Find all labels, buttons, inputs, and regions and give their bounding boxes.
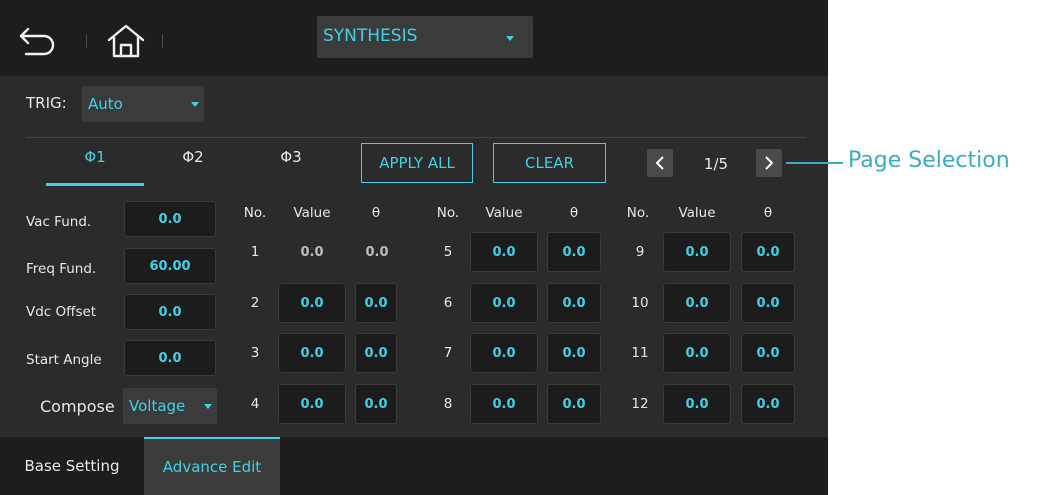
harmonic-number: 11 [631,345,649,361]
harmonic-angle-field[interactable]: 0.0 [547,333,601,373]
harmonic-angle-field[interactable]: 0.0 [741,333,795,373]
toolbar-divider [86,34,87,48]
freq-fund-field[interactable]: 60.00 [124,248,216,284]
clear-button[interactable]: CLEAR [493,143,606,183]
tab-phase-2[interactable]: Φ2 [143,148,243,166]
home-button[interactable] [103,18,149,64]
start-angle-field[interactable]: 0.0 [124,340,216,376]
harmonic-value-field[interactable]: 0.0 [663,232,731,272]
harmonic-value-field[interactable]: 0.0 [278,283,346,323]
harmonic-number: 1 [250,244,260,260]
chevron-left-icon [655,156,664,170]
trig-label: TRIG: [26,94,67,112]
trig-select-value: Auto [88,95,123,113]
vac-fund-field[interactable]: 0.0 [124,201,216,237]
harmonic-angle-field[interactable]: 0.0 [547,384,601,424]
home-icon [107,24,145,58]
harmonic-value-field[interactable]: 0.0 [470,232,538,272]
tab-phase-3[interactable]: Φ3 [241,148,341,166]
harmonic-angle-field[interactable]: 0.0 [355,333,397,373]
compose-select-value: Voltage [129,397,186,415]
chevron-right-icon [765,156,774,170]
harmonic-value-field[interactable]: 0.0 [663,333,731,373]
vac-fund-label: Vac Fund. [26,214,92,230]
active-tab-indicator [46,183,144,186]
harmonic-value-field[interactable]: 0.0 [663,384,731,424]
harmonic-angle-field[interactable]: 0.0 [355,384,397,424]
harmonic-angle-field[interactable]: 0.0 [741,384,795,424]
col-header-value: Value [485,205,523,221]
tab-advance-edit[interactable]: Advance Edit [144,437,280,495]
tab-phase-1[interactable]: Φ1 [45,148,145,166]
harmonic-angle-field[interactable]: 0.0 [741,232,795,272]
col-header-no: No. [436,205,460,221]
harmonic-value-field[interactable]: 0.0 [663,283,731,323]
harmonic-number: 9 [635,244,645,260]
harmonic-angle-field[interactable]: 0.0 [741,283,795,323]
apply-all-button[interactable]: APPLY ALL [361,143,473,183]
harmonic-value-field[interactable]: 0.0 [470,283,538,323]
col-header-value: Value [678,205,716,221]
harmonic-number: 8 [443,396,453,412]
vdc-offset-field[interactable]: 0.0 [124,294,216,330]
compose-select[interactable]: Voltage [123,388,217,424]
page-prev-button[interactable] [647,149,673,177]
compose-label: Compose [40,397,115,416]
harmonic-number: 12 [631,396,649,412]
col-header-no: No. [626,205,650,221]
callout-line [786,162,843,164]
freq-fund-label: Freq Fund. [26,261,97,277]
harmonic-number: 3 [250,345,260,361]
back-button[interactable] [16,18,62,64]
col-header-theta: θ [763,205,773,221]
harmonic-number: 2 [250,295,260,311]
harmonic-number: 6 [443,295,453,311]
harmonic-angle: 0.0 [365,245,389,260]
col-header-theta: θ [371,205,381,221]
back-arrow-icon [19,27,55,56]
tab-base-setting[interactable]: Base Setting [0,437,144,495]
harmonic-value-field[interactable]: 0.0 [278,333,346,373]
vdc-offset-label: Vdc Offset [26,304,97,320]
divider [26,137,806,138]
caret-down-icon [191,102,199,107]
harmonic-value-field[interactable]: 0.0 [470,384,538,424]
start-angle-label: Start Angle [26,352,102,368]
harmonic-value: 0.0 [300,245,324,260]
harmonic-value-field[interactable]: 0.0 [278,384,346,424]
harmonic-number: 5 [443,244,453,260]
mode-select-value: SYNTHESIS [323,26,418,46]
trig-select[interactable]: Auto [82,86,204,122]
caret-down-icon [506,36,514,41]
harmonic-angle-field[interactable]: 0.0 [547,232,601,272]
col-header-theta: θ [569,205,579,221]
harmonic-number: 10 [631,295,649,311]
harmonic-value-field[interactable]: 0.0 [470,333,538,373]
harmonic-angle-field[interactable]: 0.0 [547,283,601,323]
harmonic-angle-field[interactable]: 0.0 [355,283,397,323]
mode-select[interactable]: SYNTHESIS [317,16,533,58]
synthesis-screen: SYNTHESIS TRIG: Auto Φ1 Φ2 Φ3 APPLY ALL … [0,0,828,495]
harmonic-number: 7 [443,345,453,361]
col-header-value: Value [293,205,331,221]
page-next-button[interactable] [756,149,782,177]
col-header-no: No. [243,205,267,221]
page-indicator: 1/5 [703,155,729,173]
harmonic-number: 4 [250,396,260,412]
toolbar-divider [162,34,163,48]
callout-label: Page Selection [848,148,1010,173]
caret-down-icon [204,404,212,409]
